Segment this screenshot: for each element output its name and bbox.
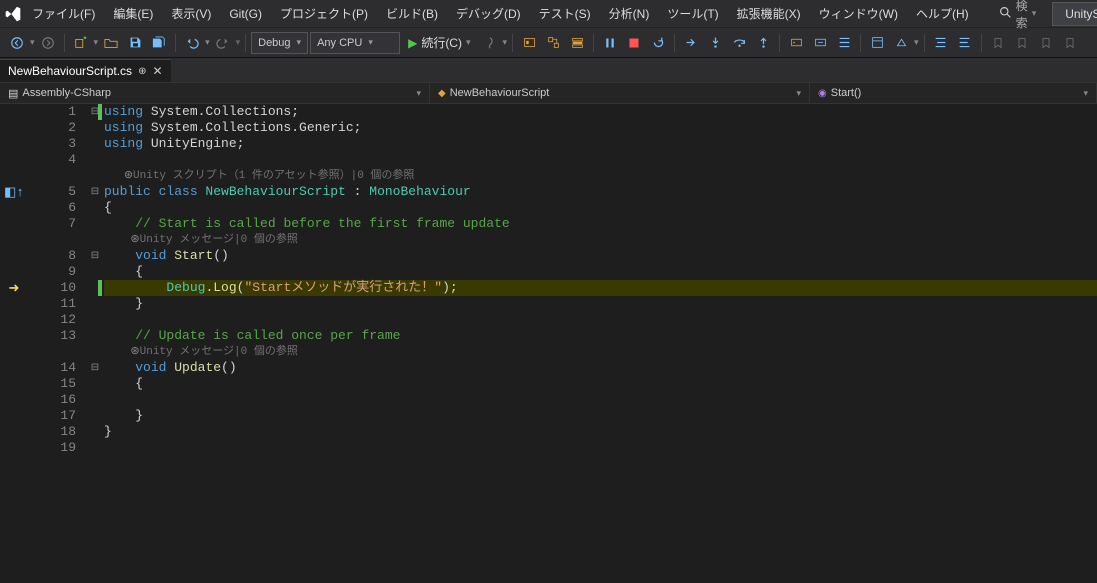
line-number-gutter: 1 2 3 4 5 6 7 8 9 10 11 12 13 14 15 16 1… xyxy=(28,104,86,583)
redo-button[interactable] xyxy=(212,32,234,54)
stackframe-button[interactable] xyxy=(566,32,588,54)
step-over-button[interactable] xyxy=(728,32,750,54)
tab-strip: NewBehaviourScript.cs ⊕ ✕ xyxy=(0,58,1097,82)
file-tab[interactable]: NewBehaviourScript.cs ⊕ ✕ xyxy=(0,59,171,82)
tab-filename: NewBehaviourScript.cs xyxy=(8,64,132,78)
pin-icon[interactable]: ⊕ xyxy=(138,66,146,77)
bookmark-button-2[interactable] xyxy=(1011,32,1033,54)
attach-unity-button[interactable] xyxy=(785,32,807,54)
hot-reload-button[interactable] xyxy=(479,32,501,54)
bookmark-button-3[interactable] xyxy=(1035,32,1057,54)
nav-back-button[interactable] xyxy=(6,32,28,54)
codelens-class[interactable]: Unity スクリプト（1 件のアセット参照）|0 個の参照 xyxy=(133,170,414,182)
method-icon: ◉ xyxy=(818,88,827,99)
open-file-button[interactable] xyxy=(100,32,122,54)
toolbar: ▾ ▾ ▾ ▾ Debug▾ Any CPU▾ ▶続行(C)▾ ▾ ▾ xyxy=(0,28,1097,58)
glyph-margin: ◧↑ ➜ xyxy=(0,104,28,583)
nav-assembly[interactable]: ▤ Assembly-CSharp ▾ xyxy=(0,83,430,103)
code-area[interactable]: using System.Collections; using System.C… xyxy=(104,104,1097,583)
nav-assembly-label: Assembly-CSharp xyxy=(22,87,111,99)
navigation-bar: ▤ Assembly-CSharp ▾ ◆ NewBehaviourScript… xyxy=(0,82,1097,104)
show-next-stmt-button[interactable] xyxy=(680,32,702,54)
search-box[interactable]: 検索 ▾ xyxy=(991,0,1045,33)
format-button-1[interactable] xyxy=(930,32,952,54)
fold-column: ⊟ ⊟ ⊟ ⊟ xyxy=(86,104,104,583)
pause-button[interactable] xyxy=(599,32,621,54)
step-out-button[interactable] xyxy=(752,32,774,54)
menu-git[interactable]: Git(G) xyxy=(221,3,270,25)
current-execution-line: Debug.Log("Startメソッドが実行された！"); xyxy=(104,280,1097,296)
nav-class[interactable]: ◆ NewBehaviourScript ▾ xyxy=(430,83,810,103)
codelens-start[interactable]: Unity メッセージ|0 個の参照 xyxy=(140,234,298,246)
menu-edit[interactable]: 編集(E) xyxy=(105,1,161,26)
bookmark-button-4[interactable] xyxy=(1059,32,1081,54)
unity-button-3[interactable] xyxy=(833,32,855,54)
toolbox-button-2[interactable] xyxy=(890,32,912,54)
config-dropdown[interactable]: Debug▾ xyxy=(251,32,308,54)
menu-analyze[interactable]: 分析(N) xyxy=(601,1,658,26)
nav-member[interactable]: ◉ Start() ▾ xyxy=(810,83,1097,103)
process-button[interactable] xyxy=(518,32,540,54)
menu-file[interactable]: ファイル(F) xyxy=(24,1,103,26)
toolbox-button-1[interactable] xyxy=(866,32,888,54)
step-into-button[interactable] xyxy=(704,32,726,54)
menubar: ファイル(F) 編集(E) 表示(V) Git(G) プロジェクト(P) ビルド… xyxy=(0,0,1097,28)
current-line-arrow-icon: ➜ xyxy=(0,280,28,296)
menu-project[interactable]: プロジェクト(P) xyxy=(272,1,376,26)
menu-extensions[interactable]: 拡張機能(X) xyxy=(729,1,809,26)
code-editor[interactable]: ◧↑ ➜ 1 2 3 4 5 6 7 8 9 10 11 12 13 14 15… xyxy=(0,104,1097,583)
stop-button[interactable] xyxy=(623,32,645,54)
menu-debug[interactable]: デバッグ(D) xyxy=(448,1,529,26)
class-icon: ◆ xyxy=(438,88,446,99)
platform-dropdown[interactable]: Any CPU▾ xyxy=(310,32,400,54)
thread-button[interactable] xyxy=(542,32,564,54)
unity-button-2[interactable] xyxy=(809,32,831,54)
vs-logo-icon xyxy=(4,2,22,26)
menu-test[interactable]: テスト(S) xyxy=(531,1,599,26)
search-label: 検索 xyxy=(1016,0,1028,31)
continue-button[interactable]: ▶続行(C)▾ xyxy=(402,32,476,54)
restart-button[interactable] xyxy=(647,32,669,54)
method-marker-icon: ◧↑ xyxy=(0,184,28,200)
menu-tools[interactable]: ツール(T) xyxy=(659,1,726,26)
menu-view[interactable]: 表示(V) xyxy=(163,1,219,26)
undo-button[interactable] xyxy=(181,32,203,54)
nav-fwd-button[interactable] xyxy=(37,32,59,54)
assembly-icon: ▤ xyxy=(8,87,18,100)
bookmark-button-1[interactable] xyxy=(987,32,1009,54)
search-icon xyxy=(999,6,1012,22)
codelens-update[interactable]: Unity メッセージ|0 個の参照 xyxy=(140,346,298,358)
new-item-button[interactable] xyxy=(70,32,92,54)
nav-class-label: NewBehaviourScript xyxy=(450,87,550,99)
save-button[interactable] xyxy=(124,32,146,54)
nav-member-label: Start() xyxy=(831,87,862,99)
menu-window[interactable]: ウィンドウ(W) xyxy=(811,1,906,26)
close-tab-icon[interactable]: ✕ xyxy=(152,64,162,78)
menu-build[interactable]: ビルド(B) xyxy=(378,1,446,26)
menu-help[interactable]: ヘルプ(H) xyxy=(908,1,977,26)
solution-name[interactable]: UnitySample xyxy=(1052,2,1097,26)
save-all-button[interactable] xyxy=(148,32,170,54)
format-button-2[interactable] xyxy=(954,32,976,54)
